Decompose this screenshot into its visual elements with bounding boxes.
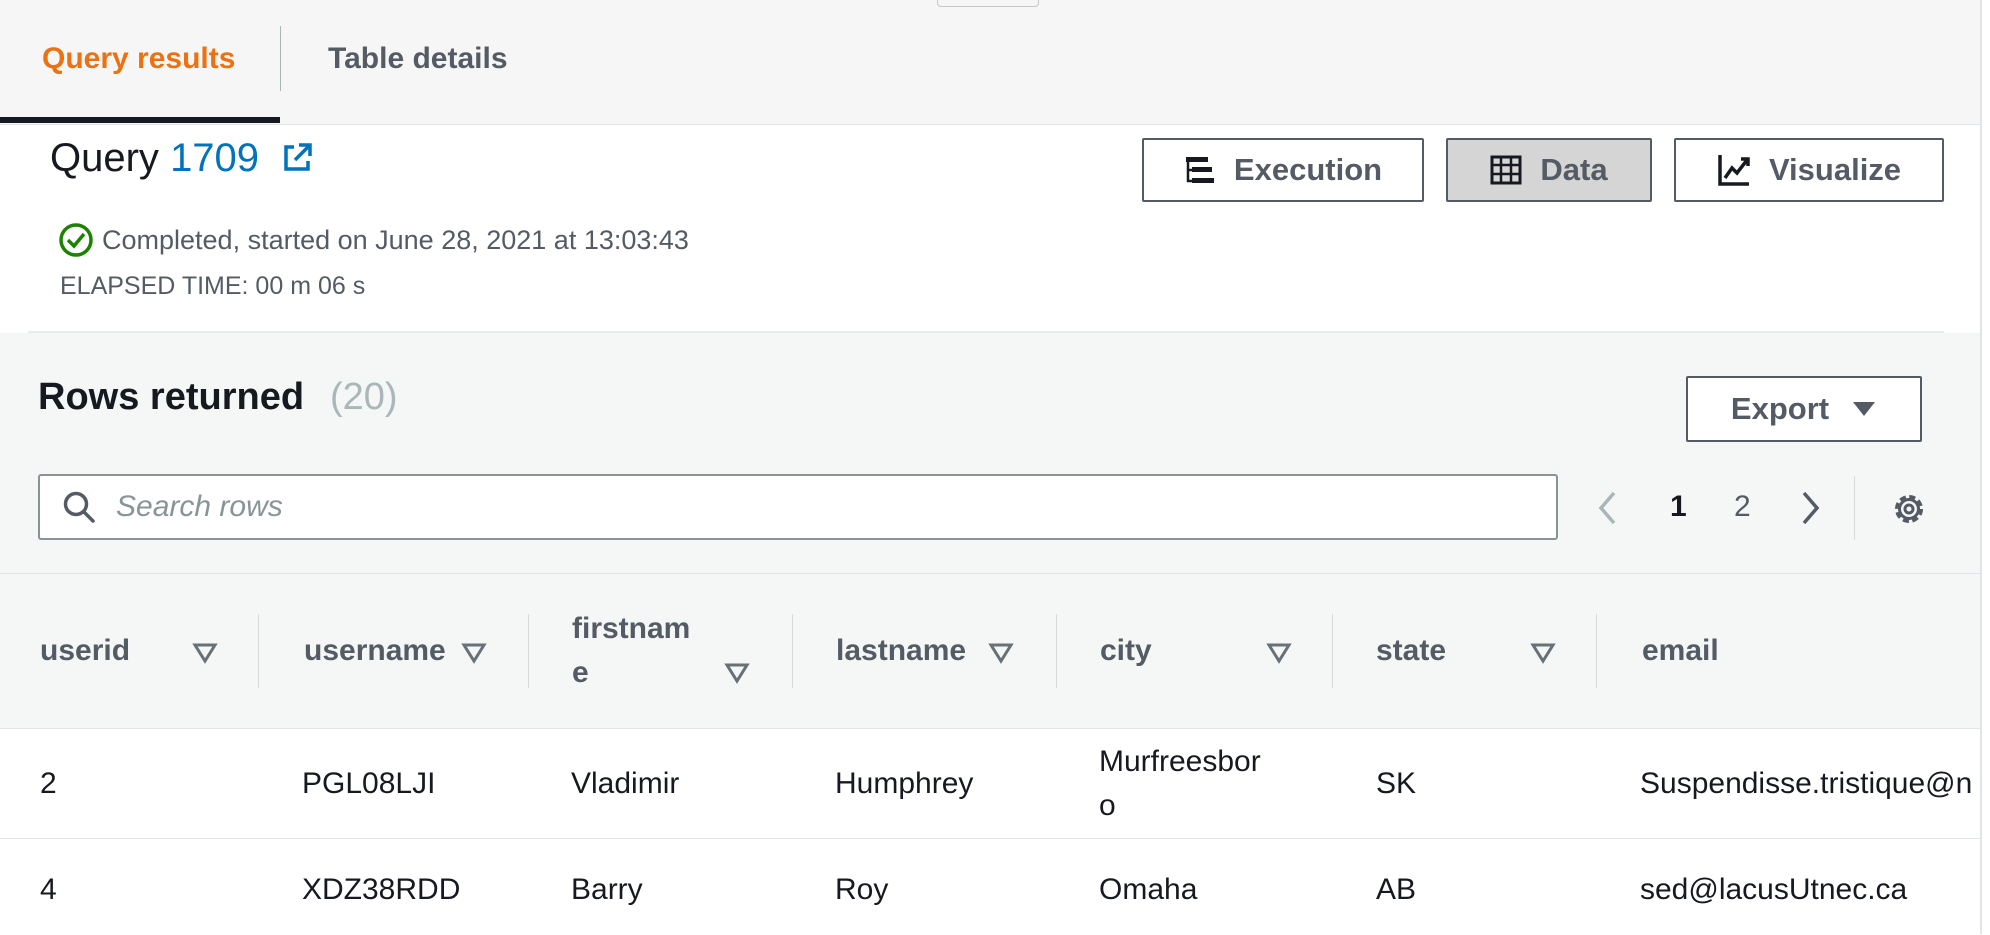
cell-lastname: Roy xyxy=(835,873,889,906)
search-icon xyxy=(63,491,95,523)
execution-button[interactable]: Execution xyxy=(1142,138,1424,202)
sort-caret-icon[interactable] xyxy=(988,642,1014,664)
cell-city-line2: o xyxy=(1099,789,1116,822)
export-label: Export xyxy=(1730,391,1830,426)
cell-city: Omaha xyxy=(1099,873,1198,906)
execution-label: Execution xyxy=(1233,152,1383,187)
sort-caret-icon[interactable] xyxy=(724,662,750,684)
sort-caret-icon[interactable] xyxy=(461,642,487,664)
chevron-right-icon[interactable] xyxy=(1798,490,1822,526)
cell-lastname: Humphrey xyxy=(835,767,974,800)
column-divider[interactable] xyxy=(1056,614,1057,688)
table-grid-icon xyxy=(1490,155,1522,185)
gear-icon[interactable] xyxy=(1890,490,1928,528)
column-header-firstname-line2[interactable]: e xyxy=(572,656,589,690)
column-divider[interactable] xyxy=(1332,614,1333,688)
scrollbar-edge[interactable] xyxy=(1980,0,1990,934)
status-text: Completed, started on June 28, 2021 at 1… xyxy=(102,224,689,255)
data-label: Data xyxy=(1540,152,1608,187)
column-divider[interactable] xyxy=(1596,614,1597,688)
active-tab-indicator xyxy=(0,117,280,123)
cell-userid: 2 xyxy=(40,767,57,800)
chevron-left-icon[interactable] xyxy=(1596,490,1620,526)
column-divider[interactable] xyxy=(258,614,259,688)
rows-count: (20) xyxy=(330,376,398,418)
cell-state: SK xyxy=(1376,767,1417,800)
column-header-userid[interactable]: userid xyxy=(40,634,130,668)
query-title-prefix: Query xyxy=(50,136,159,180)
tab-divider xyxy=(280,26,281,91)
cell-firstname: Barry xyxy=(571,873,643,906)
data-button[interactable]: Data xyxy=(1446,138,1652,202)
column-divider[interactable] xyxy=(792,614,793,688)
sort-caret-icon[interactable] xyxy=(192,642,218,664)
execution-tree-icon xyxy=(1185,157,1214,183)
cell-userid: 4 xyxy=(40,873,57,906)
cell-state: AB xyxy=(1376,873,1417,906)
cell-email: sed@lacusUtnec.ca xyxy=(1640,873,1908,906)
tabs-bar xyxy=(0,0,1980,125)
line-chart-icon xyxy=(1718,155,1750,186)
search-box[interactable] xyxy=(38,474,1558,540)
cell-firstname: Vladimir xyxy=(571,767,680,800)
sort-caret-icon[interactable] xyxy=(1530,642,1556,664)
table-row: 2 PGL08LJI Vladimir Humphrey Murfreesbor… xyxy=(0,728,1980,839)
check-circle-icon xyxy=(59,223,93,257)
elapsed-time: ELAPSED TIME: 00 m 06 s xyxy=(60,272,366,300)
table-row: 4 XDZ38RDD Barry Roy Omaha AB sed@lacusU… xyxy=(0,838,1980,935)
column-header-username[interactable]: username xyxy=(304,634,446,668)
tab-query-results[interactable]: Query results xyxy=(42,42,235,76)
sort-caret-icon[interactable] xyxy=(1266,642,1292,664)
column-header-state[interactable]: state xyxy=(1376,634,1446,668)
status-line: Completed, started on June 28, 2021 at 1… xyxy=(58,222,689,258)
page-1-button[interactable]: 1 xyxy=(1670,490,1687,524)
tab-table-details[interactable]: Table details xyxy=(328,42,508,76)
query-id-link[interactable]: 1709 xyxy=(170,136,259,180)
search-input[interactable] xyxy=(114,489,1518,525)
column-divider[interactable] xyxy=(528,614,529,688)
cell-email: Suspendisse.tristique@n xyxy=(1640,767,1973,800)
pagination-divider xyxy=(1854,476,1855,540)
query-title: Query 1709 xyxy=(50,136,314,181)
cell-username: PGL08LJI xyxy=(302,767,436,800)
external-link-icon[interactable] xyxy=(280,141,314,175)
export-button[interactable]: Export xyxy=(1686,376,1922,442)
column-header-firstname-line1[interactable]: firstnam xyxy=(572,612,690,646)
resize-handle[interactable] xyxy=(937,0,1039,7)
page-2-button[interactable]: 2 xyxy=(1734,490,1751,524)
visualize-label: Visualize xyxy=(1768,152,1902,187)
column-header-city[interactable]: city xyxy=(1100,634,1152,668)
cell-username: XDZ38RDD xyxy=(302,873,461,906)
cell-city-line1: Murfreesbor xyxy=(1099,745,1261,778)
rows-returned-heading: Rows returned xyxy=(38,376,305,418)
visualize-button[interactable]: Visualize xyxy=(1674,138,1944,202)
caret-down-icon xyxy=(1853,402,1876,416)
column-header-lastname[interactable]: lastname xyxy=(836,634,966,668)
column-header-email[interactable]: email xyxy=(1642,634,1719,668)
